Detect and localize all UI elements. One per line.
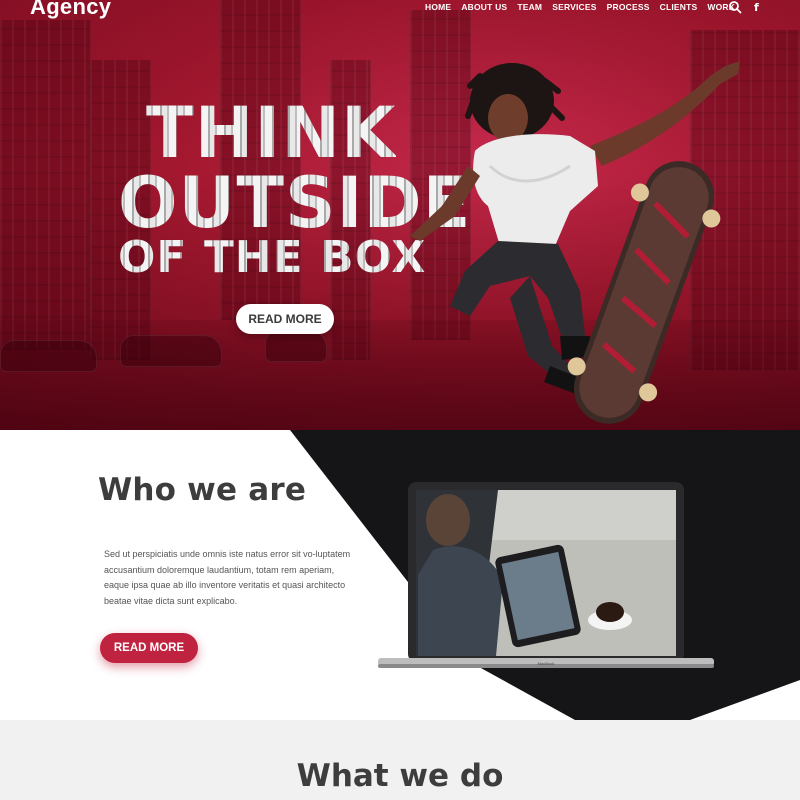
section-title: Who we are bbox=[98, 472, 307, 508]
section-title: What we do bbox=[296, 758, 504, 794]
who-paragraph: Sed ut perspiciatis unde omnis iste natu… bbox=[104, 549, 351, 606]
nav-item-team[interactable]: TEAM bbox=[512, 2, 547, 12]
car bbox=[120, 335, 222, 367]
who-we-are-section: Who we are Sed ut perspiciatis unde omni… bbox=[0, 430, 800, 720]
what-we-do-section: What we do bbox=[0, 720, 800, 800]
hero-section: Agency HOME ABOUT US TEAM SERVICES PROCE… bbox=[0, 0, 800, 430]
laptop-image: MacBook bbox=[378, 482, 714, 668]
car bbox=[0, 340, 97, 372]
search-icon[interactable] bbox=[728, 0, 742, 14]
nav-item-home[interactable]: HOME bbox=[420, 2, 456, 12]
nav-item-services[interactable]: SERVICES bbox=[547, 2, 601, 12]
site-logo[interactable]: Agency bbox=[30, 0, 111, 20]
nav-item-process[interactable]: PROCESS bbox=[602, 2, 655, 12]
city-building bbox=[0, 20, 91, 350]
laptop-label: MacBook bbox=[538, 661, 555, 666]
who-read-more-button[interactable]: READ MORE bbox=[100, 633, 198, 663]
facebook-icon[interactable]: f bbox=[754, 1, 759, 14]
header-icons: f bbox=[728, 0, 759, 14]
skater-image bbox=[410, 61, 740, 424]
nav-item-about-us[interactable]: ABOUT US bbox=[456, 2, 512, 12]
main-nav: HOME ABOUT US TEAM SERVICES PROCESS CLIE… bbox=[420, 0, 740, 14]
car bbox=[265, 330, 327, 362]
nav-item-clients[interactable]: CLIENTS bbox=[655, 2, 703, 12]
hero-read-more-button[interactable]: READ MORE bbox=[236, 304, 334, 334]
